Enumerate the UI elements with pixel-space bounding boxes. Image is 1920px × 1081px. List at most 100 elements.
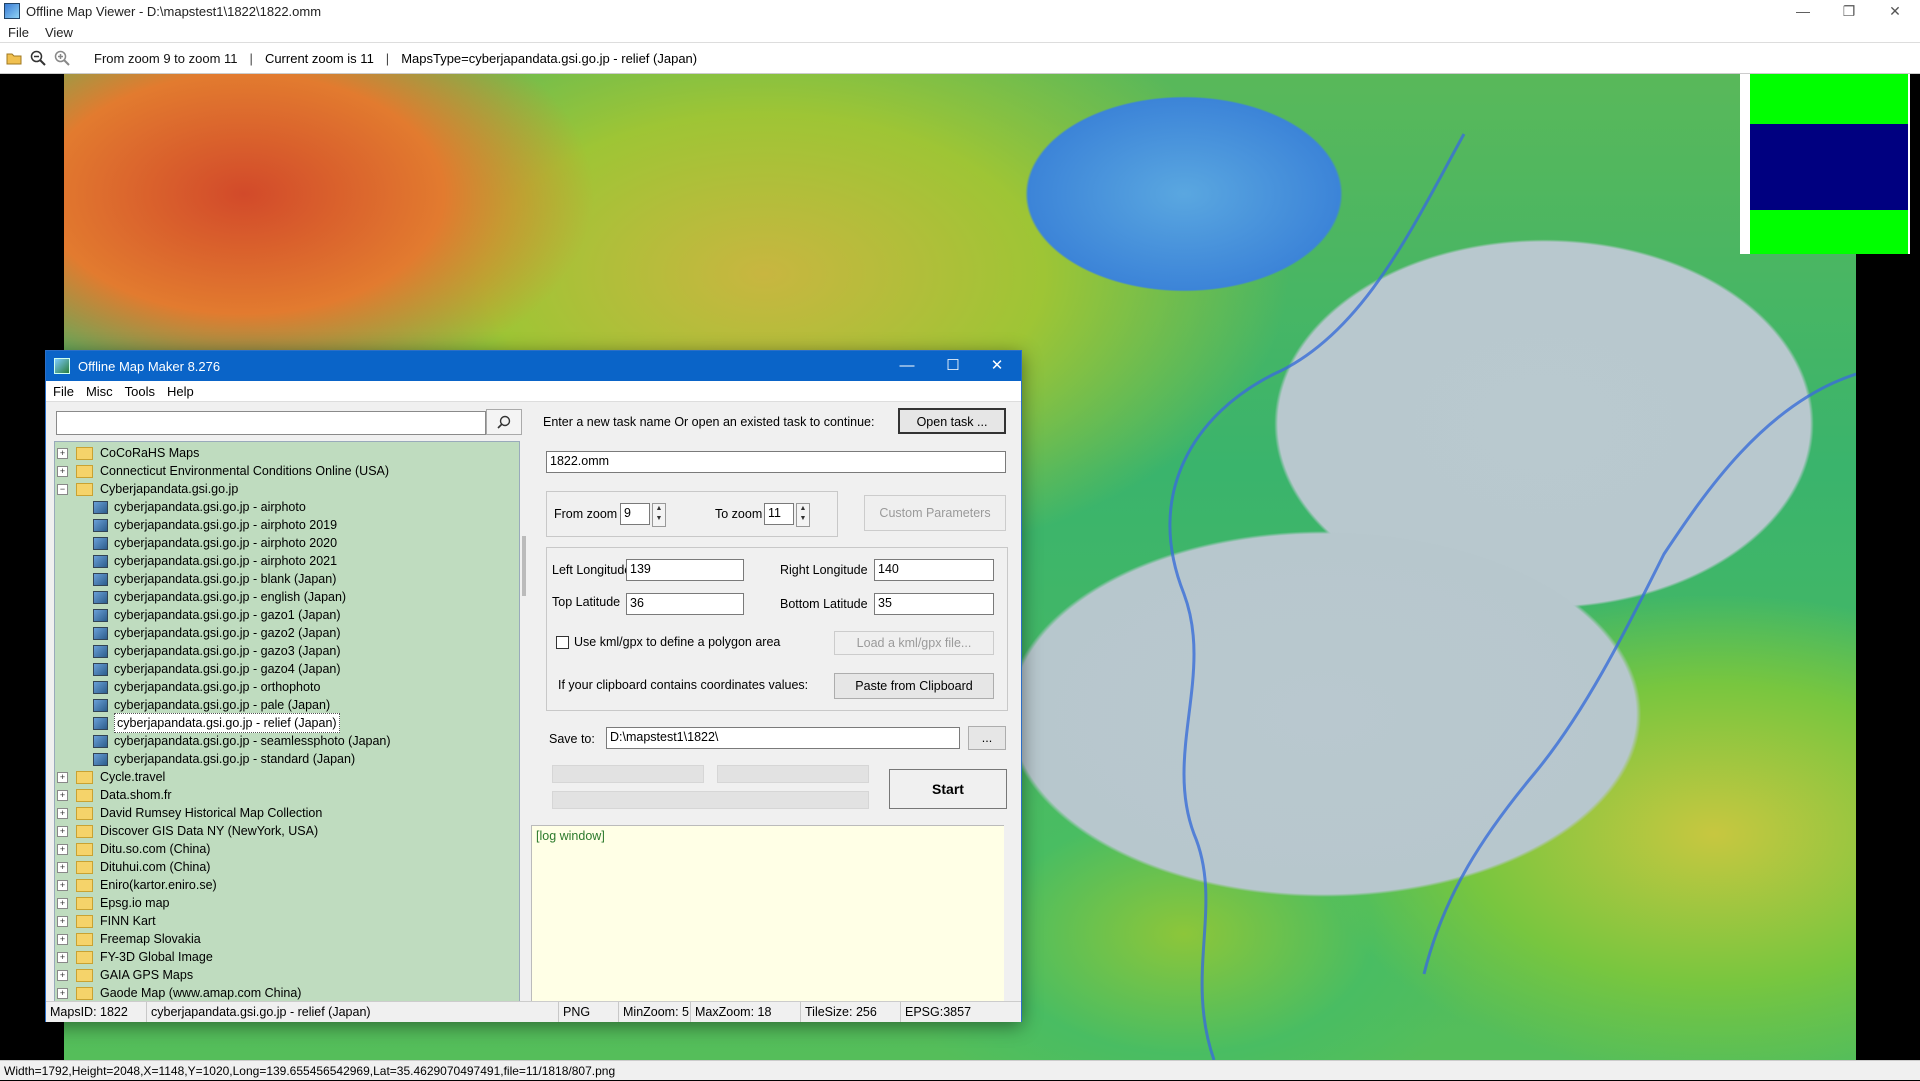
dialog-menu-file[interactable]: File <box>53 384 74 399</box>
task-name-input[interactable]: 1822.omm <box>546 451 1006 473</box>
expand-icon[interactable]: + <box>57 915 68 927</box>
map-search-input[interactable] <box>56 411 486 435</box>
expand-icon[interactable]: + <box>57 465 68 477</box>
dialog-menu-misc[interactable]: Misc <box>86 384 113 399</box>
tree-folder-item[interactable]: + Eniro(kartor.eniro.se) <box>55 876 217 894</box>
tree-folder-item[interactable]: + Cycle.travel <box>55 768 165 786</box>
tree-folder-item[interactable]: + Ditu.so.com (China) <box>55 840 210 858</box>
expand-icon[interactable]: + <box>57 807 68 819</box>
map-layer-icon <box>93 644 108 658</box>
tree-map-item[interactable]: cyberjapandata.gsi.go.jp - seamlessphoto… <box>55 732 391 750</box>
menu-view[interactable]: View <box>45 25 73 40</box>
open-task-button[interactable]: Open task ... <box>898 408 1006 434</box>
from-zoom-spinner[interactable]: ▲ ▼ <box>652 503 666 527</box>
tree-map-item[interactable]: cyberjapandata.gsi.go.jp - english (Japa… <box>55 588 346 606</box>
expand-icon[interactable]: + <box>57 789 68 801</box>
tree-map-item[interactable]: cyberjapandata.gsi.go.jp - airphoto 2020 <box>55 534 337 552</box>
tree-map-item[interactable]: cyberjapandata.gsi.go.jp - gazo3 (Japan) <box>55 642 341 660</box>
dialog-menu-tools[interactable]: Tools <box>125 384 155 399</box>
load-kml-button[interactable]: Load a kml/gpx file... <box>834 631 994 655</box>
expand-icon[interactable]: + <box>57 861 68 873</box>
tree-map-item[interactable]: cyberjapandata.gsi.go.jp - airphoto 2019 <box>55 516 337 534</box>
log-window[interactable]: [log window] <box>531 825 1013 1003</box>
tree-folder-item[interactable]: + Connecticut Environmental Conditions On… <box>55 462 389 480</box>
expand-icon[interactable]: + <box>57 447 68 459</box>
tree-item-label: Gaode Map (www.amap.com China) <box>100 986 302 1000</box>
log-scrollbar[interactable] <box>1004 825 1016 1001</box>
start-button[interactable]: Start <box>889 769 1007 809</box>
tree-item-label: cyberjapandata.gsi.go.jp - airphoto 2021 <box>114 554 338 568</box>
to-zoom-input[interactable]: 11 <box>764 503 794 525</box>
tree-folder-item[interactable]: − Cyberjapandata.gsi.go.jp <box>55 480 238 498</box>
tree-folder-item[interactable]: + GAIA GPS Maps <box>55 966 193 984</box>
dialog-menu-help[interactable]: Help <box>167 384 194 399</box>
expand-icon[interactable]: + <box>57 933 68 945</box>
tree-map-item[interactable]: cyberjapandata.gsi.go.jp - standard (Jap… <box>55 750 355 768</box>
tree-folder-item[interactable]: + David Rumsey Historical Map Collection <box>55 804 322 822</box>
tree-item-label: Freemap Slovakia <box>100 932 201 946</box>
save-to-input[interactable]: D:\mapstest1\1822\ <box>606 727 960 749</box>
zoom-in-icon[interactable] <box>52 48 72 68</box>
tree-map-item[interactable]: cyberjapandata.gsi.go.jp - orthophoto <box>55 678 320 696</box>
zoom-out-icon[interactable] <box>28 48 48 68</box>
expand-icon[interactable]: + <box>57 969 68 981</box>
bottom-latitude-input[interactable]: 35 <box>874 593 994 615</box>
dialog-minimize-button[interactable]: — <box>884 351 930 381</box>
tree-item-label: Epsg.io map <box>100 896 170 910</box>
expand-icon[interactable]: + <box>57 771 68 783</box>
expand-icon[interactable]: + <box>57 897 68 909</box>
main-titlebar: Offline Map Viewer - D:\mapstest1\1822\1… <box>0 0 1920 22</box>
tree-item-label: cyberjapandata.gsi.go.jp - english (Japa… <box>114 590 347 604</box>
tree-folder-item[interactable]: + CoCoRaHS Maps <box>55 444 199 462</box>
tree-map-item[interactable]: cyberjapandata.gsi.go.jp - pale (Japan) <box>55 696 330 714</box>
tree-map-item[interactable]: cyberjapandata.gsi.go.jp - gazo2 (Japan) <box>55 624 341 642</box>
dialog-status-bar: MapsID: 1822 cyberjapandata.gsi.go.jp - … <box>46 1001 1021 1022</box>
restore-button[interactable]: ❐ <box>1826 0 1872 22</box>
status-maps-id: MapsID: 1822 <box>50 1005 128 1019</box>
dialog-title: Offline Map Maker 8.276 <box>78 358 221 374</box>
tree-item-label: Data.shom.fr <box>100 788 172 802</box>
paste-from-clipboard-button[interactable]: Paste from Clipboard <box>834 673 994 699</box>
kml-checkbox[interactable] <box>556 636 569 649</box>
expand-icon[interactable]: + <box>57 843 68 855</box>
tree-folder-item[interactable]: + Discover GIS Data NY (NewYork, USA) <box>55 822 318 840</box>
custom-parameters-button[interactable]: Custom Parameters <box>864 495 1006 531</box>
expand-icon[interactable]: + <box>57 879 68 891</box>
to-zoom-spinner[interactable]: ▲ ▼ <box>796 503 810 527</box>
tree-folder-item[interactable]: + Dituhui.com (China) <box>55 858 210 876</box>
dialog-close-button[interactable]: ✕ <box>974 351 1020 381</box>
from-zoom-input[interactable]: 9 <box>620 503 650 525</box>
tree-map-item[interactable]: cyberjapandata.gsi.go.jp - gazo4 (Japan) <box>55 660 341 678</box>
tree-map-item[interactable]: cyberjapandata.gsi.go.jp - blank (Japan) <box>55 570 336 588</box>
expand-icon[interactable]: + <box>57 825 68 837</box>
folder-icon <box>76 950 93 964</box>
expand-icon[interactable]: + <box>57 951 68 963</box>
tree-folder-item[interactable]: + Data.shom.fr <box>55 786 172 804</box>
menu-file[interactable]: File <box>8 25 29 40</box>
tree-folder-item[interactable]: + FY-3D Global Image <box>55 948 213 966</box>
open-folder-icon[interactable] <box>4 48 24 68</box>
top-latitude-input[interactable]: 36 <box>626 593 744 615</box>
maps-tree[interactable]: + CoCoRaHS Maps + Connecticut Environmental… <box>54 441 520 1003</box>
tree-map-item[interactable]: cyberjapandata.gsi.go.jp - airphoto <box>55 498 306 516</box>
tree-item-label: cyberjapandata.gsi.go.jp - pale (Japan) <box>114 698 331 712</box>
expand-icon[interactable]: + <box>57 987 68 999</box>
right-longitude-input[interactable]: 140 <box>874 559 994 581</box>
browse-button[interactable]: ... <box>968 726 1006 750</box>
tree-map-item[interactable]: cyberjapandata.gsi.go.jp - relief (Japan… <box>55 713 340 733</box>
close-button[interactable]: ✕ <box>1872 0 1918 22</box>
tree-folder-item[interactable]: + Gaode Map (www.amap.com China) <box>55 984 301 1002</box>
dialog-maximize-button[interactable]: ☐ <box>930 351 976 381</box>
left-longitude-input[interactable]: 139 <box>626 559 744 581</box>
search-button[interactable] <box>486 409 522 435</box>
tree-map-item[interactable]: cyberjapandata.gsi.go.jp - airphoto 2021 <box>55 552 337 570</box>
tree-folder-item[interactable]: + FINN Kart <box>55 912 156 930</box>
tree-folder-item[interactable]: + Freemap Slovakia <box>55 930 201 948</box>
tree-item-label: Ditu.so.com (China) <box>100 842 211 856</box>
collapse-icon[interactable]: − <box>57 483 68 495</box>
tree-map-item[interactable]: cyberjapandata.gsi.go.jp - gazo1 (Japan) <box>55 606 341 624</box>
tree-scrollbar[interactable] <box>520 441 530 1001</box>
minimize-button[interactable]: — <box>1780 0 1826 22</box>
folder-icon <box>76 986 93 1000</box>
tree-folder-item[interactable]: + Epsg.io map <box>55 894 169 912</box>
